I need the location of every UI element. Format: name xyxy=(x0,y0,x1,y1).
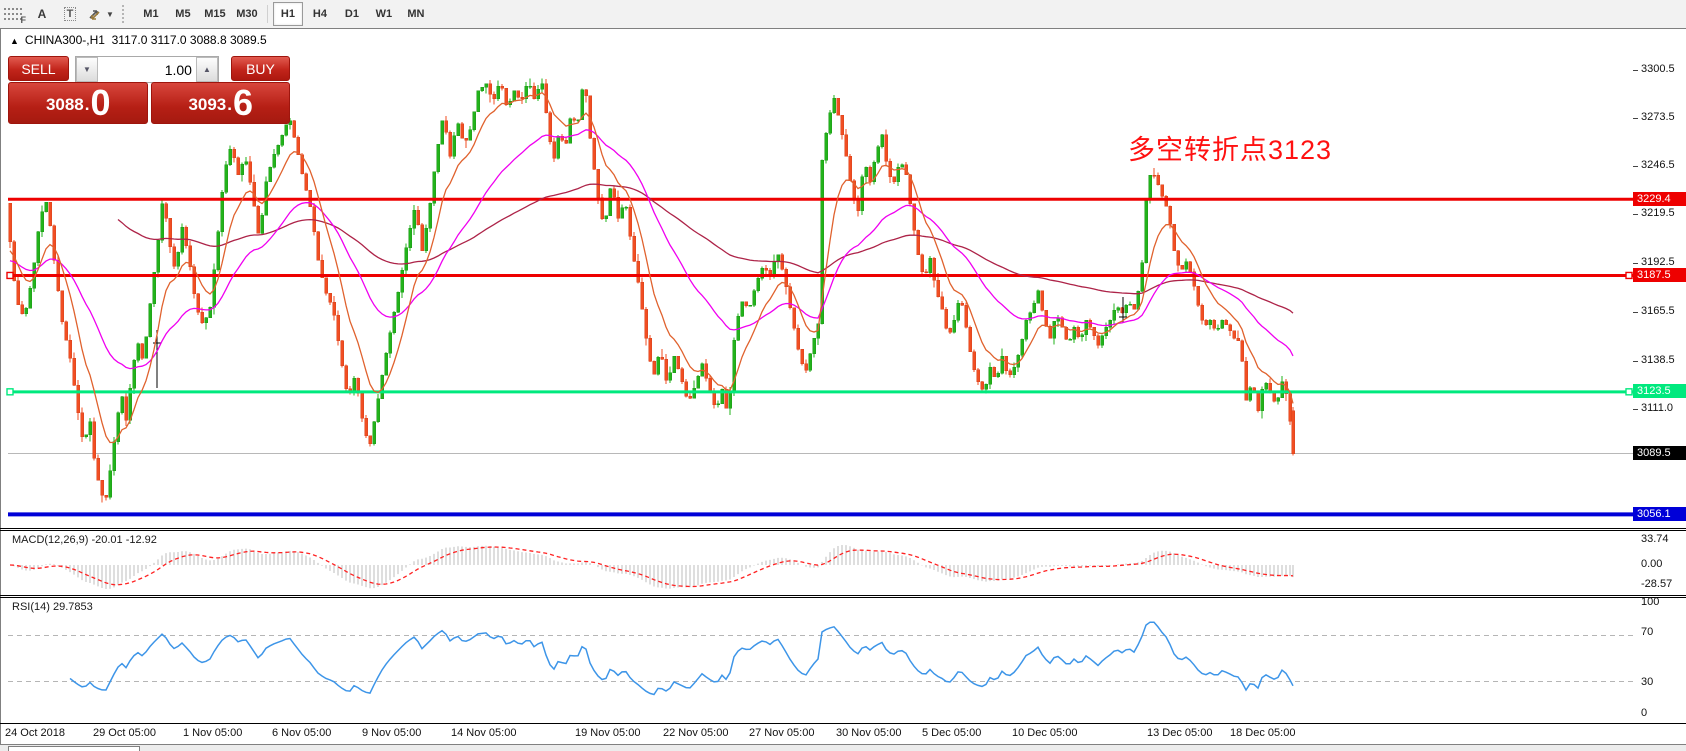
date-label: 1 Nov 05:00 xyxy=(183,727,242,739)
hline-handle[interactable] xyxy=(7,272,13,278)
rsi-axis-label: 100 xyxy=(1641,596,1685,608)
price-tick-label: 3111.0 xyxy=(1641,402,1685,414)
axis-tick-mark xyxy=(1633,70,1638,71)
hline-handle[interactable] xyxy=(1626,272,1632,278)
price-badge-3089.5: 3089.5 xyxy=(1633,446,1686,460)
chart-tab-bar xyxy=(0,744,1686,751)
date-label: 24 Oct 2018 xyxy=(5,727,65,739)
date-label: 6 Nov 05:00 xyxy=(272,727,331,739)
buy-price-big-digit: 6 xyxy=(233,86,253,120)
price-tick-label: 3273.5 xyxy=(1641,111,1685,123)
mt4-window: F A T ▼ M1M5M15M30H1H4D1W1MN ▲CHINA300-,… xyxy=(0,0,1686,751)
date-label: 18 Dec 05:00 xyxy=(1230,727,1295,739)
macd-axis-label: 0.00 xyxy=(1641,558,1685,570)
date-label: 30 Nov 05:00 xyxy=(836,727,901,739)
volume-input[interactable] xyxy=(98,57,196,82)
symbol-ohlc-text: CHINA300-,H1 3117.0 3117.0 3088.8 3089.5 xyxy=(25,33,267,47)
buy-price-display[interactable]: 3093.6 xyxy=(151,82,290,124)
chart-tab[interactable] xyxy=(8,746,140,751)
price-badge-3123.5: 3123.5 xyxy=(1633,384,1686,398)
volume-decrease-button[interactable]: ▼ xyxy=(76,57,98,82)
chart-annotation-text[interactable]: 多空转折点3123 xyxy=(1128,128,1332,167)
sell-button[interactable]: SELL xyxy=(8,56,69,81)
sell-price-display[interactable]: 3088.0 xyxy=(8,82,148,124)
axis-tick-mark xyxy=(1633,118,1638,119)
rsi-label: RSI(14) 29.7853 xyxy=(12,601,93,613)
macd-label: MACD(12,26,9) -20.01 -12.92 xyxy=(12,534,157,546)
collapse-triangle-icon[interactable]: ▲ xyxy=(10,36,19,46)
one-click-trade-panel: SELL ▼ ▲ BUY 3088.0 3093.6 xyxy=(8,56,290,124)
price-tick-label: 3300.5 xyxy=(1641,63,1685,75)
date-label: 5 Dec 05:00 xyxy=(922,727,981,739)
axis-tick-mark xyxy=(1633,361,1638,362)
date-label: 27 Nov 05:00 xyxy=(749,727,814,739)
buy-price-main: 3093 xyxy=(188,90,226,120)
date-label: 29 Oct 05:00 xyxy=(93,727,156,739)
sell-price-dot: . xyxy=(85,90,90,120)
date-label: 19 Nov 05:00 xyxy=(575,727,640,739)
price-badge-3056.1: 3056.1 xyxy=(1633,507,1686,521)
price-tick-label: 3138.5 xyxy=(1641,354,1685,366)
buy-price-dot: . xyxy=(227,90,232,120)
volume-stepper: ▼ ▲ xyxy=(75,56,219,83)
date-label: 14 Nov 05:00 xyxy=(451,727,516,739)
axis-tick-mark xyxy=(1633,312,1638,313)
date-label: 22 Nov 05:00 xyxy=(663,727,728,739)
sell-price-main: 3088 xyxy=(46,90,84,120)
price-badge-3229.4: 3229.4 xyxy=(1633,192,1686,206)
date-label: 10 Dec 05:00 xyxy=(1012,727,1077,739)
buy-button[interactable]: BUY xyxy=(231,56,290,81)
price-tick-label: 3246.5 xyxy=(1641,159,1685,171)
macd-axis-label: 33.74 xyxy=(1641,533,1685,545)
date-label: 13 Dec 05:00 xyxy=(1147,727,1212,739)
price-badge-3187.5: 3187.5 xyxy=(1633,268,1686,282)
price-tick-label: 3219.5 xyxy=(1641,207,1685,219)
axis-tick-mark xyxy=(1633,166,1638,167)
rsi-axis-label: 70 xyxy=(1641,626,1685,638)
macd-axis-label: -28.57 xyxy=(1641,578,1685,590)
hline-handle[interactable] xyxy=(1626,389,1632,395)
hline-handle[interactable] xyxy=(7,389,13,395)
axis-tick-mark xyxy=(1633,263,1638,264)
price-tick-label: 3165.5 xyxy=(1641,305,1685,317)
axis-tick-mark xyxy=(1633,214,1638,215)
chart-title: ▲ CHINA300-,H1 3117.0 3117.0 3088.8 3089.… xyxy=(10,33,267,47)
sell-price-big-digit: 0 xyxy=(91,86,111,120)
price-tick-label: 3192.5 xyxy=(1641,256,1685,268)
axis-tick-mark xyxy=(1633,409,1638,410)
volume-increase-button[interactable]: ▲ xyxy=(196,57,218,82)
rsi-axis-label: 30 xyxy=(1641,676,1685,688)
rsi-axis-label: 0 xyxy=(1641,707,1685,719)
date-label: 9 Nov 05:00 xyxy=(362,727,421,739)
